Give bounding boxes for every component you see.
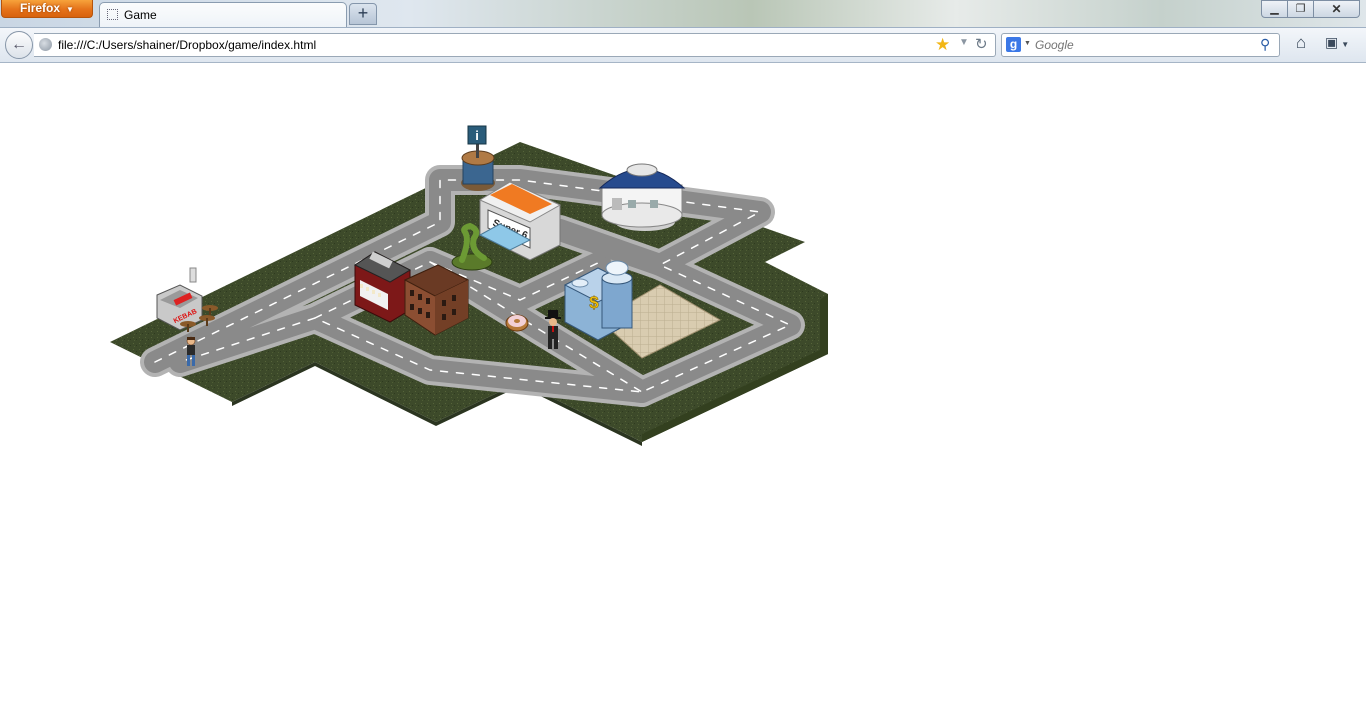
reload-icon[interactable]: ↻ (975, 35, 988, 53)
bookmarks-icon: ▣ (1325, 34, 1339, 50)
firefox-menu-button[interactable]: Firefox ▼ (1, 0, 93, 18)
search-icon[interactable]: ⚲ (1260, 36, 1270, 53)
info-kiosk[interactable]: i (461, 125, 495, 191)
isometric-city-map[interactable]: i Super 6 (0, 63, 1366, 728)
close-icon: ✕ (1331, 2, 1342, 16)
dome-building[interactable] (598, 163, 686, 231)
back-button[interactable]: ← (5, 31, 33, 59)
history-dropdown-icon[interactable]: ▼ (959, 37, 969, 48)
minimize-icon: ▁ (1270, 3, 1279, 15)
chevron-down-icon: ▼ (66, 5, 74, 14)
search-input[interactable] (1035, 36, 1255, 54)
game-viewport[interactable]: i Super 6 (0, 63, 1366, 728)
tab-game[interactable]: Game (99, 2, 347, 28)
new-tab-button[interactable]: + (349, 3, 377, 25)
url-text[interactable]: file:///C:/Users/shainer/Dropbox/game/in… (58, 38, 316, 52)
tab-title: Game (124, 8, 157, 22)
url-bar[interactable]: file:///C:/Users/shainer/Dropbox/game/in… (34, 33, 996, 57)
home-button[interactable]: ⌂ (1290, 33, 1312, 55)
chevron-down-icon[interactable]: ▼ (1024, 40, 1031, 47)
search-bar: g ▼ ⚲ (1001, 33, 1280, 57)
navigation-bar: ← file:///C:/Users/shainer/Dropbox/game/… (0, 27, 1366, 63)
google-icon[interactable]: g (1006, 37, 1021, 52)
plus-icon: + (357, 3, 369, 23)
page-icon (107, 9, 118, 20)
globe-icon (39, 38, 52, 51)
donut-icon[interactable] (505, 314, 529, 332)
info-sign: i (475, 128, 479, 143)
bookmarks-button[interactable]: ▣ ▼ (1325, 34, 1361, 54)
restore-icon: ❐ (1295, 3, 1306, 15)
minimize-button[interactable]: ▁ (1261, 0, 1288, 18)
dollar-sign: $ (589, 293, 599, 312)
browser-chrome: Firefox ▼ Game + ▁ ❐ ✕ ← file:///C:/Users… (0, 0, 1366, 63)
close-button[interactable]: ✕ (1313, 0, 1360, 18)
chevron-down-icon: ▼ (1341, 40, 1350, 49)
title-bar: Firefox ▼ Game + ▁ ❐ ✕ (0, 0, 1366, 28)
home-icon: ⌂ (1295, 33, 1307, 52)
firefox-menu-label: Firefox (20, 1, 61, 15)
back-arrow-icon: ← (11, 36, 27, 53)
bookmark-star-icon[interactable]: ★ (935, 35, 950, 55)
maximize-button[interactable]: ❐ (1287, 0, 1314, 18)
